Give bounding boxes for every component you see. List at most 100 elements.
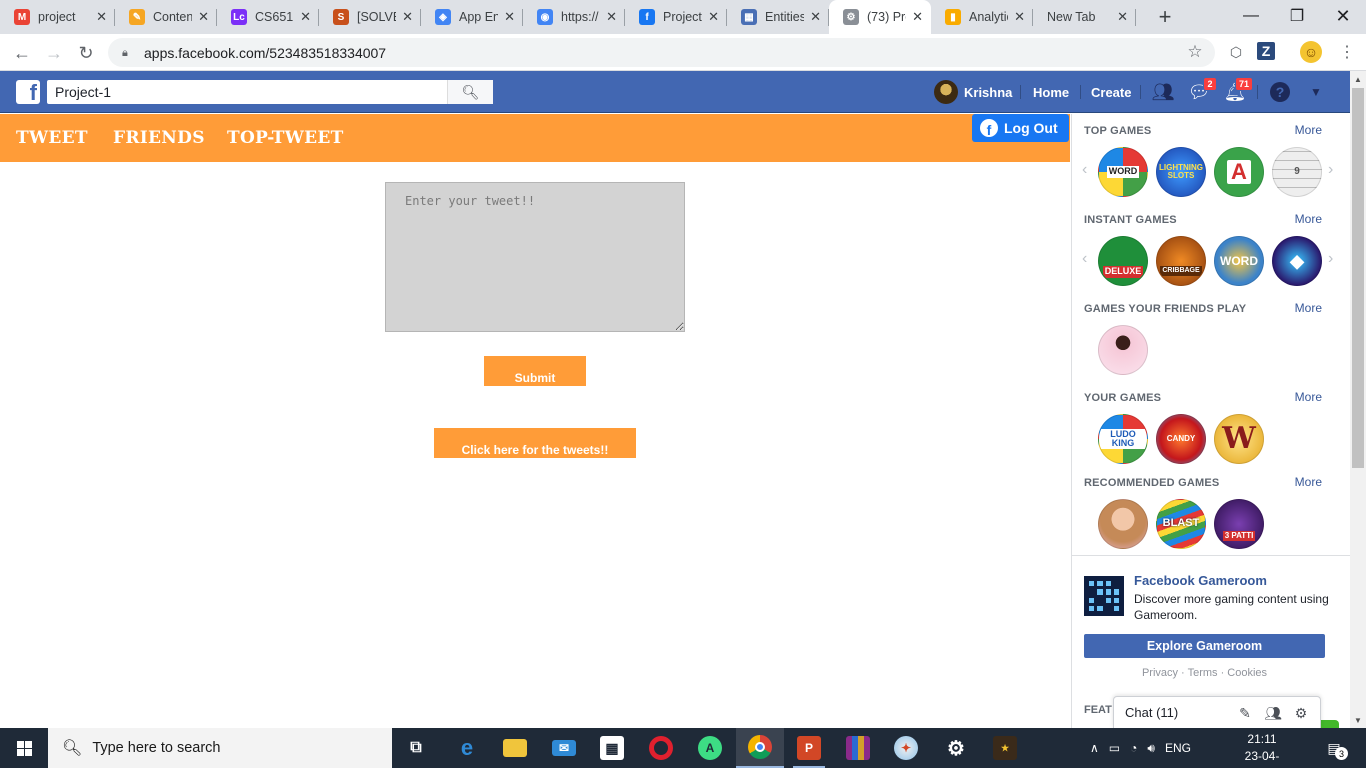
- submit-button[interactable]: Submit: [484, 356, 586, 386]
- game-cribbage-icon[interactable]: CRIBBAGE: [1156, 236, 1206, 286]
- game-blast-icon[interactable]: BLAST: [1156, 499, 1206, 549]
- chevron-right-icon[interactable]: ›: [1328, 161, 1333, 179]
- friends-games-more-link[interactable]: More: [1295, 301, 1322, 315]
- game-deluxe-cards-icon[interactable]: DELUXE: [1098, 236, 1148, 286]
- settings-gear-icon[interactable]: ⚙: [932, 728, 980, 768]
- powerpoint-icon[interactable]: P: [785, 728, 833, 768]
- chevron-right-icon[interactable]: ›: [1328, 250, 1333, 268]
- scrollbar-thumb[interactable]: [1352, 88, 1364, 468]
- logout-button[interactable]: f Log Out: [972, 114, 1069, 142]
- close-tab-icon[interactable]: ✕: [912, 9, 923, 25]
- browser-tab[interactable]: ◈ App En ✕: [421, 0, 523, 34]
- bookmark-star-icon[interactable]: ☆: [1185, 42, 1205, 62]
- browser-tab[interactable]: New Tab ✕: [1033, 0, 1136, 34]
- notifications-bell-icon[interactable]: 🔔︎ 71: [1223, 77, 1253, 103]
- game-lightning-slots-icon[interactable]: LIGHTNING SLOTS: [1156, 147, 1206, 197]
- chrome-icon[interactable]: [736, 728, 784, 768]
- your-games-more-link[interactable]: More: [1295, 390, 1322, 404]
- page-scrollbar[interactable]: ▲ ▼: [1350, 71, 1366, 728]
- language-indicator[interactable]: ENG: [1165, 741, 1191, 755]
- chevron-left-icon[interactable]: ‹: [1082, 161, 1087, 179]
- browser-tab[interactable]: S [SOLVE ✕: [319, 0, 421, 34]
- scroll-up-arrow-icon[interactable]: ▲: [1350, 71, 1366, 87]
- close-tab-icon[interactable]: ✕: [606, 9, 617, 25]
- close-tab-icon[interactable]: ✕: [1117, 9, 1128, 25]
- game-3-patti-icon[interactable]: 3 PATTI: [1214, 499, 1264, 549]
- chat-settings-gear-icon[interactable]: ⚙: [1292, 704, 1310, 722]
- zotero-z-icon[interactable]: Z: [1257, 42, 1275, 60]
- game-word-puzzle-icon[interactable]: WORD: [1214, 236, 1264, 286]
- close-tab-icon[interactable]: ✕: [96, 9, 107, 25]
- profile-link[interactable]: Krishna: [934, 71, 1012, 113]
- close-tab-icon[interactable]: ✕: [300, 9, 311, 25]
- scroll-down-arrow-icon[interactable]: ▼: [1350, 712, 1366, 728]
- footer-links[interactable]: Privacy · Terms · Cookies: [1072, 667, 1337, 679]
- menu-top-tweet[interactable]: TOP-TWEET: [227, 128, 344, 148]
- mail-icon[interactable]: ✉: [540, 728, 588, 768]
- close-window-button[interactable]: ✕: [1320, 0, 1366, 32]
- game-gem-icon[interactable]: ◆: [1272, 236, 1322, 286]
- network-wifi-icon[interactable]: ◔: [1130, 741, 1137, 755]
- file-explorer-icon[interactable]: [491, 728, 539, 768]
- extension-cube-icon[interactable]: ⬡: [1226, 42, 1246, 62]
- browser-tab[interactable]: Lc CS651 ✕: [217, 0, 319, 34]
- browser-tab[interactable]: ⚙ (73) Pro ✕: [829, 0, 931, 34]
- search-icon[interactable]: 🔍︎: [447, 80, 493, 104]
- game-solitaire-icon[interactable]: A: [1214, 147, 1264, 197]
- game-candy-icon[interactable]: CANDY: [1156, 414, 1206, 464]
- volume-icon[interactable]: 🔊︎: [1147, 741, 1155, 756]
- gameroom-logo-icon[interactable]: [1084, 576, 1124, 616]
- close-tab-icon[interactable]: ✕: [810, 9, 821, 25]
- browser-tab[interactable]: f Project ✕: [625, 0, 727, 34]
- maximize-button[interactable]: ❐: [1274, 0, 1320, 32]
- friend-requests-icon[interactable]: 👥︎: [1151, 81, 1175, 103]
- close-tab-icon[interactable]: ✕: [708, 9, 719, 25]
- chat-tab[interactable]: Chat (11) ✎ 👥︎ ⚙: [1113, 696, 1321, 728]
- forward-icon[interactable]: →: [41, 40, 67, 66]
- browser-tab[interactable]: ✎ Conten ✕: [115, 0, 217, 34]
- create-group-icon[interactable]: 👥︎: [1264, 704, 1282, 722]
- account-menu-chevron-down-icon[interactable]: ▼: [1304, 81, 1328, 103]
- taskbar-search-box[interactable]: 🔍︎ Type here to search: [48, 728, 392, 768]
- close-tab-icon[interactable]: ✕: [402, 9, 413, 25]
- help-icon[interactable]: ?: [1268, 81, 1292, 103]
- chevron-left-icon[interactable]: ‹: [1082, 250, 1087, 268]
- create-link[interactable]: Create: [1091, 71, 1131, 113]
- close-tab-icon[interactable]: ✕: [198, 9, 209, 25]
- explore-gameroom-button[interactable]: Explore Gameroom: [1084, 634, 1325, 658]
- store-icon[interactable]: ▦: [588, 728, 636, 768]
- browser-tab[interactable]: ▦ Entities ✕: [727, 0, 829, 34]
- top-games-more-link[interactable]: More: [1295, 123, 1322, 137]
- home-link[interactable]: Home: [1033, 71, 1069, 113]
- start-button[interactable]: [0, 728, 48, 768]
- opera-icon[interactable]: [637, 728, 685, 768]
- recommended-games-more-link[interactable]: More: [1295, 475, 1322, 489]
- browser-tab[interactable]: ◉ https:// ✕: [523, 0, 625, 34]
- action-center-icon[interactable]: ▤ 3: [1320, 736, 1348, 760]
- back-icon[interactable]: ←: [9, 40, 35, 66]
- address-bar[interactable]: 🔒︎ apps.facebook.com/523483518334007: [108, 38, 1215, 67]
- menu-friends[interactable]: FRIENDS: [113, 128, 205, 148]
- battery-icon[interactable]: ▭: [1109, 741, 1120, 755]
- messenger-icon[interactable]: 💬︎ 2: [1187, 77, 1217, 103]
- browser-tab[interactable]: ▮ Analytic ✕: [931, 0, 1033, 34]
- edge-browser-icon[interactable]: e: [443, 728, 491, 768]
- browser-tab[interactable]: Mproject ✕: [0, 0, 115, 34]
- instant-games-more-link[interactable]: More: [1295, 212, 1322, 226]
- android-studio-icon[interactable]: A: [686, 728, 734, 768]
- game-words-with-friends-icon[interactable]: W: [1214, 414, 1264, 464]
- tweet-input[interactable]: [385, 182, 685, 332]
- new-tab-button[interactable]: +: [1149, 0, 1181, 34]
- close-tab-icon[interactable]: ✕: [504, 9, 515, 25]
- close-tab-icon[interactable]: ✕: [1014, 9, 1025, 25]
- browser-menu-icon[interactable]: ⋮: [1337, 42, 1357, 62]
- facebook-logo-icon[interactable]: f: [16, 80, 40, 104]
- gameroom-title[interactable]: Facebook Gameroom: [1134, 573, 1267, 588]
- new-message-icon[interactable]: ✎: [1236, 704, 1254, 722]
- game-sudoku-icon[interactable]: 9: [1272, 147, 1322, 197]
- minimize-button[interactable]: —: [1228, 0, 1274, 32]
- show-hidden-icons-chevron-up-icon[interactable]: ∧: [1090, 741, 1099, 755]
- system-clock[interactable]: 21:11 23-04-2020: [1236, 731, 1288, 782]
- reload-icon[interactable]: ↻: [73, 40, 99, 66]
- menu-tweet[interactable]: TWEET: [16, 128, 88, 148]
